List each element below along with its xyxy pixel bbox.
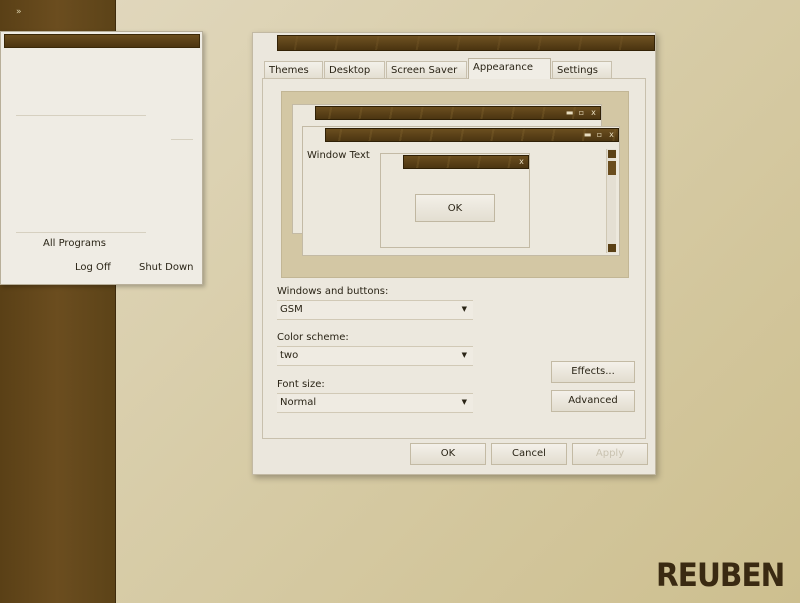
start-menu-separator — [171, 139, 193, 140]
all-programs-button[interactable]: All Programs — [43, 238, 106, 249]
font-size-label: Font size: — [277, 379, 325, 390]
expand-chevron-icon[interactable]: » — [16, 7, 22, 17]
dialog-titlebar[interactable] — [277, 35, 655, 51]
wallpaper-logo: REUBEN — [656, 556, 785, 594]
apply-button[interactable]: Apply — [572, 443, 648, 465]
start-menu-separator — [16, 232, 146, 233]
color-scheme-select[interactable]: two ▼ — [277, 346, 473, 366]
appearance-preview: ▬ ▫ x ▬ ▫ x Window Text x OK — [281, 91, 629, 278]
tab-desktop[interactable]: Desktop — [324, 61, 385, 78]
advanced-button[interactable]: Advanced — [551, 390, 635, 412]
minimize-icon: ▬ — [565, 108, 574, 117]
preview-active-titlebar: ▬ ▫ x — [325, 128, 619, 142]
font-size-select[interactable]: Normal ▼ — [277, 393, 473, 413]
dropdown-arrow-icon: ▼ — [461, 305, 467, 313]
preview-scrollbar — [606, 149, 616, 253]
preview-window-text: Window Text — [307, 150, 370, 161]
close-icon: x — [609, 130, 614, 139]
color-scheme-value: two — [280, 350, 299, 361]
maximize-icon: ▫ — [578, 108, 585, 117]
appearance-panel: ▬ ▫ x ▬ ▫ x Window Text x OK Windows and… — [262, 78, 646, 439]
start-menu: All Programs Log Off Shut Down — [0, 31, 203, 285]
display-properties-dialog: Themes Desktop Screen Saver Appearance S… — [252, 32, 656, 475]
start-menu-separator — [16, 115, 146, 116]
close-icon: x — [519, 157, 524, 166]
tab-settings[interactable]: Settings — [552, 61, 612, 78]
scroll-up-icon — [608, 150, 616, 158]
scroll-down-icon — [608, 244, 616, 252]
shut-down-button[interactable]: Shut Down — [139, 262, 193, 273]
log-off-button[interactable]: Log Off — [75, 262, 111, 273]
tab-appearance[interactable]: Appearance — [468, 58, 551, 79]
dropdown-arrow-icon: ▼ — [461, 398, 467, 406]
cancel-button[interactable]: Cancel — [491, 443, 567, 465]
font-size-value: Normal — [280, 397, 317, 408]
tab-themes[interactable]: Themes — [264, 61, 323, 78]
preview-message-titlebar: x — [403, 155, 529, 169]
ok-button[interactable]: OK — [410, 443, 486, 465]
maximize-icon: ▫ — [596, 130, 603, 139]
start-menu-header — [4, 34, 200, 48]
windows-and-buttons-label: Windows and buttons: — [277, 286, 389, 297]
effects-button[interactable]: Effects... — [551, 361, 635, 383]
color-scheme-label: Color scheme: — [277, 332, 349, 343]
preview-message-box: x OK — [380, 153, 530, 248]
dropdown-arrow-icon: ▼ — [461, 351, 467, 359]
preview-inactive-titlebar: ▬ ▫ x — [315, 106, 601, 120]
close-icon: x — [591, 108, 596, 117]
scroll-thumb — [608, 161, 616, 175]
preview-ok-button: OK — [415, 194, 495, 222]
minimize-icon: ▬ — [583, 130, 592, 139]
tab-screen-saver[interactable]: Screen Saver — [386, 61, 467, 78]
windows-and-buttons-value: GSM — [280, 304, 303, 315]
windows-and-buttons-select[interactable]: GSM ▼ — [277, 300, 473, 320]
